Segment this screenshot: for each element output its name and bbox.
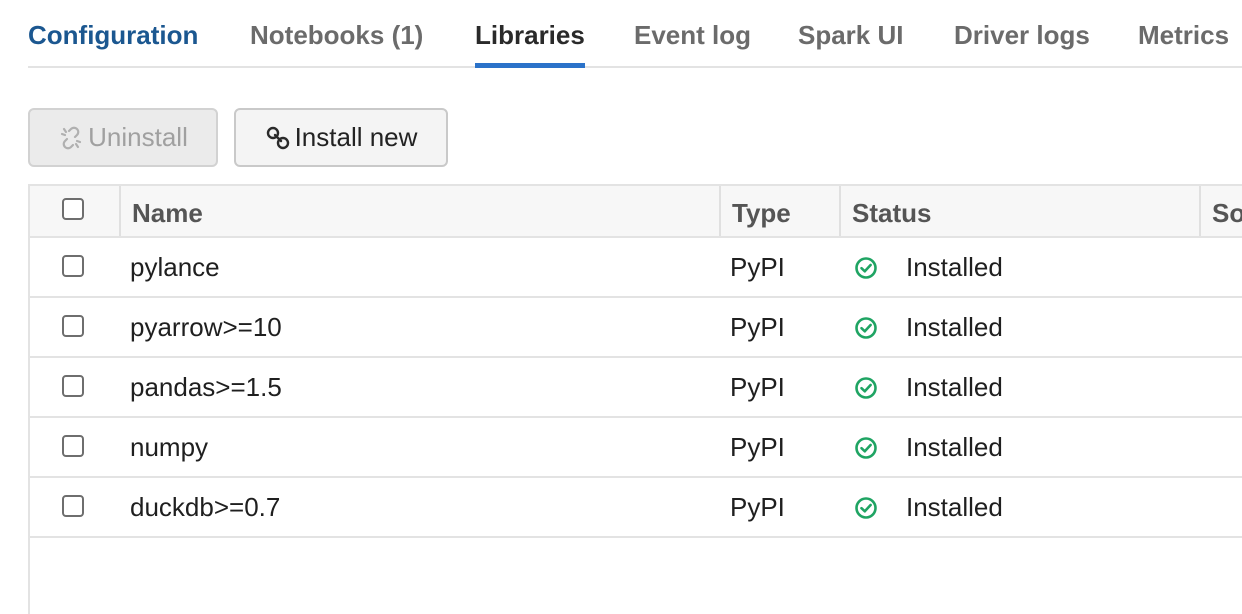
- library-status: Installed: [906, 252, 1003, 282]
- library-type: PyPI: [730, 372, 785, 402]
- column-divider: [1199, 186, 1201, 236]
- library-type: PyPI: [730, 492, 785, 522]
- check-circle-icon: [855, 377, 877, 399]
- table-header: Name Type Status So: [30, 186, 1242, 238]
- install-new-button[interactable]: Install new: [234, 108, 448, 167]
- uninstall-label: Uninstall: [88, 122, 188, 152]
- table-row[interactable]: pylance PyPI Installed: [30, 238, 1242, 298]
- library-name: numpy: [130, 432, 209, 462]
- column-header-status[interactable]: Status: [852, 186, 931, 236]
- check-circle-icon: [855, 437, 877, 459]
- table-row[interactable]: duckdb>=0.7 PyPI Installed: [30, 478, 1242, 538]
- column-divider: [719, 186, 721, 236]
- broken-link-icon: [58, 125, 84, 151]
- libraries-page: Configuration Notebooks (1) Libraries Ev…: [0, 0, 1242, 614]
- library-name: pyarrow>=10: [130, 312, 282, 342]
- check-circle-icon: [855, 497, 877, 519]
- install-new-label: Install new: [294, 122, 418, 152]
- tab-metrics[interactable]: Metrics: [1138, 20, 1229, 68]
- row-checkbox[interactable]: [62, 495, 84, 517]
- library-status: Installed: [906, 492, 1003, 522]
- column-header-name[interactable]: Name: [132, 186, 203, 236]
- check-circle-icon: [855, 257, 877, 279]
- tab-notebooks[interactable]: Notebooks (1): [250, 20, 423, 68]
- libraries-table: Name Type Status So pylance PyPI Install…: [28, 184, 1242, 614]
- column-header-type[interactable]: Type: [732, 186, 791, 236]
- row-checkbox[interactable]: [62, 375, 84, 397]
- column-divider: [119, 186, 121, 236]
- row-checkbox[interactable]: [62, 255, 84, 277]
- library-status: Installed: [906, 432, 1003, 462]
- tab-event-log[interactable]: Event log: [634, 20, 751, 68]
- select-all-checkbox[interactable]: [62, 198, 84, 220]
- tab-configuration[interactable]: Configuration: [28, 20, 198, 68]
- tab-bar: Configuration Notebooks (1) Libraries Ev…: [28, 0, 1242, 68]
- library-status: Installed: [906, 372, 1003, 402]
- row-checkbox[interactable]: [62, 315, 84, 337]
- tab-libraries[interactable]: Libraries: [475, 20, 585, 68]
- table-row[interactable]: pyarrow>=10 PyPI Installed: [30, 298, 1242, 358]
- uninstall-button[interactable]: Uninstall: [28, 108, 218, 167]
- library-type: PyPI: [730, 312, 785, 342]
- library-name: duckdb>=0.7: [130, 492, 281, 522]
- tab-driver-logs[interactable]: Driver logs: [954, 20, 1090, 68]
- check-circle-icon: [855, 317, 877, 339]
- column-header-source[interactable]: So: [1212, 186, 1242, 236]
- tab-spark-ui[interactable]: Spark UI: [798, 20, 904, 68]
- library-name: pandas>=1.5: [130, 372, 282, 402]
- table-row[interactable]: pandas>=1.5 PyPI Installed: [30, 358, 1242, 418]
- library-type: PyPI: [730, 252, 785, 282]
- column-divider: [839, 186, 841, 236]
- library-status: Installed: [906, 312, 1003, 342]
- link-icon: [265, 125, 291, 151]
- library-type: PyPI: [730, 432, 785, 462]
- library-name: pylance: [130, 252, 220, 282]
- row-checkbox[interactable]: [62, 435, 84, 457]
- table-row[interactable]: numpy PyPI Installed: [30, 418, 1242, 478]
